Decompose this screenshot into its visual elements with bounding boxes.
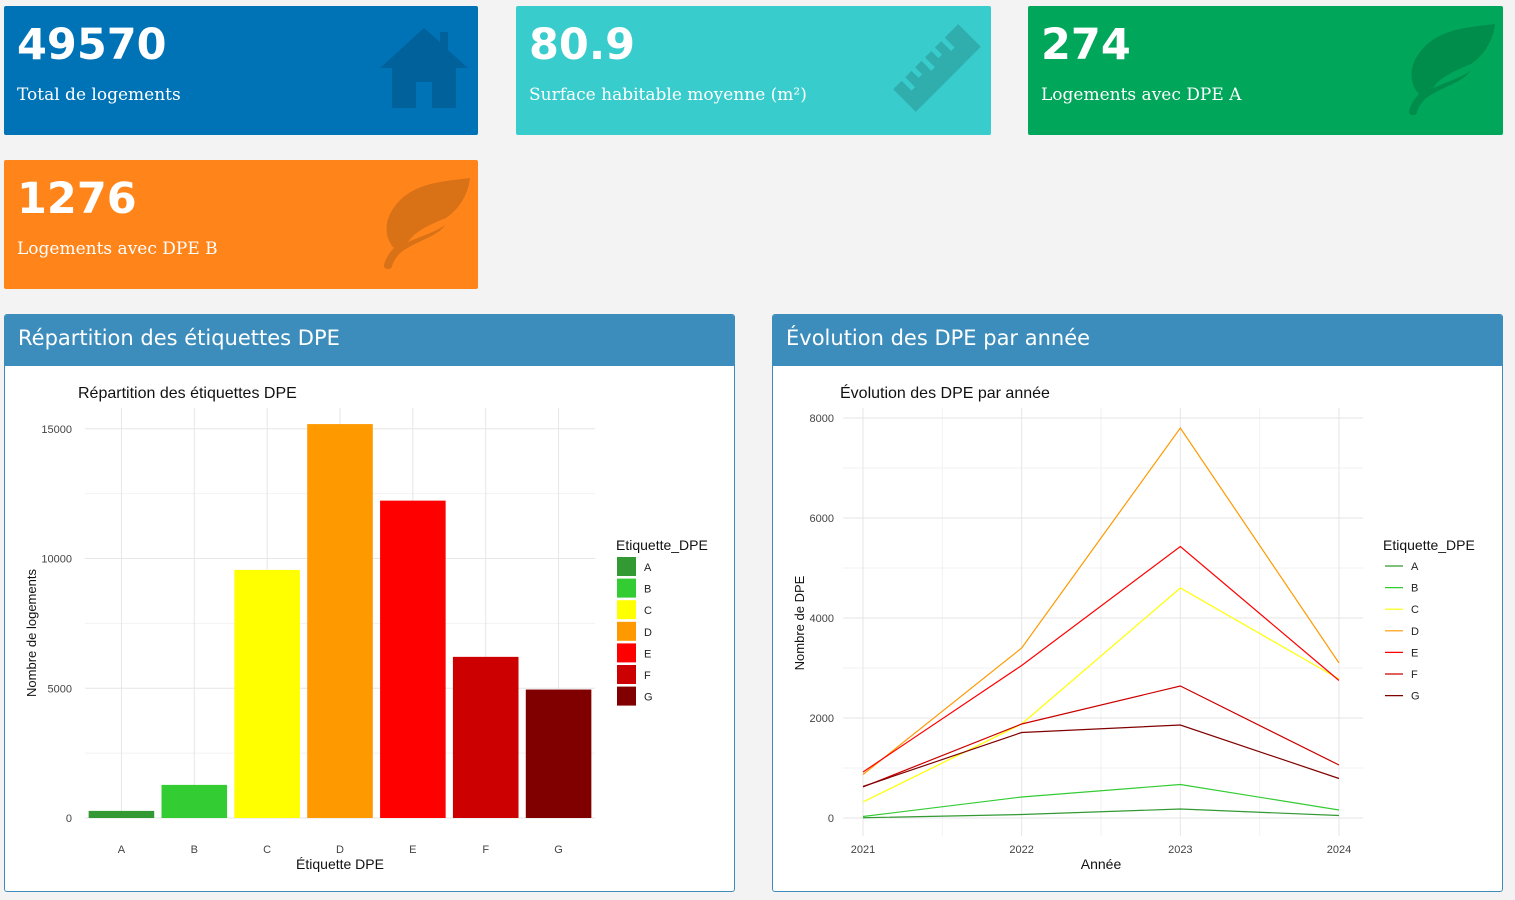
y-tick-label: 0 (66, 813, 72, 825)
home-icon (380, 28, 468, 108)
panel-repartition: Répartition des étiquettes DPE Répartiti… (4, 314, 735, 892)
chart-title: Évolution des DPE par année (840, 383, 1050, 402)
bar-F (452, 656, 519, 818)
x-tick-label: B (191, 844, 198, 856)
legend-swatch-D (617, 621, 636, 641)
value-box-dpe-b: 1276 Logements avec DPE B (4, 160, 478, 289)
value-box-label: Logements avec DPE A (1041, 85, 1242, 105)
x-tick-label: A (118, 844, 126, 856)
y-tick-label: 4000 (810, 613, 834, 625)
y-axis-label: Nombre de DPE (792, 575, 807, 670)
x-axis-label: Année (1081, 856, 1122, 872)
value-box-total-logements: 49570 Total de logements (4, 6, 478, 135)
ruler-icon (893, 24, 981, 112)
line-chart: Évolution des DPE par année 0 2000 4000 6000… (792, 383, 1475, 872)
legend-title: Etiquette_DPE (616, 537, 708, 553)
bar-E (380, 500, 446, 818)
legend-swatch-A (617, 557, 636, 576)
x-tick-label: 2021 (851, 844, 875, 856)
x-axis-label: Étiquette DPE (296, 856, 384, 872)
value-box-number: 274 (1041, 20, 1131, 70)
y-tick-label: 5000 (48, 683, 72, 695)
panel-title: Évolution des DPE par année (773, 315, 1502, 366)
x-tick-label: 2023 (1168, 844, 1192, 856)
panel-title: Répartition des étiquettes DPE (5, 315, 734, 366)
legend-swatch-B (617, 578, 636, 598)
x-tick-label: G (554, 844, 563, 856)
x-tick-label: 2024 (1327, 844, 1351, 856)
y-tick-label: 10000 (41, 554, 72, 566)
legend-label: A (644, 562, 652, 574)
y-tick-label: 15000 (41, 424, 72, 436)
value-box-number: 80.9 (529, 20, 636, 70)
bar-G (525, 689, 592, 818)
legend-swatch-C (617, 600, 636, 620)
legend-label: A (1411, 561, 1419, 573)
legend-label: G (1411, 691, 1420, 703)
x-tick-label: 2022 (1009, 844, 1033, 856)
y-tick-label: 8000 (810, 413, 834, 425)
x-tick-label: D (336, 844, 344, 856)
legend-swatch-E (617, 643, 636, 663)
legend-label: F (1411, 669, 1418, 681)
legend-label: E (1411, 647, 1418, 659)
x-tick-label: C (263, 844, 271, 856)
value-box-label: Surface habitable moyenne (m²) (529, 85, 807, 105)
x-tick-label: E (409, 844, 416, 856)
bar-D (307, 424, 373, 818)
leaf-icon (384, 178, 470, 269)
legend-swatch-F (617, 665, 636, 684)
y-axis-label: Nombre de logements (24, 569, 39, 697)
y-tick-label: 0 (828, 813, 834, 825)
legend-label: C (1411, 604, 1419, 616)
legend-label: C (644, 605, 652, 617)
legend-label: D (1411, 626, 1419, 638)
x-tick-label: F (482, 844, 489, 856)
legend-label: D (644, 627, 652, 639)
legend-label: B (1411, 583, 1418, 595)
y-tick-label: 2000 (810, 713, 834, 725)
legend-label: E (644, 648, 651, 660)
bar-chart: Répartition des étiquettes DPE 0 5000 10000… (24, 385, 708, 872)
legend-title: Etiquette_DPE (1383, 537, 1475, 553)
y-tick-label: 6000 (810, 513, 834, 525)
bar-C (234, 569, 300, 818)
chart-title: Répartition des étiquettes DPE (78, 385, 297, 402)
value-box-label: Logements avec DPE B (17, 239, 218, 259)
leaf-icon (1409, 24, 1495, 115)
legend-label: F (644, 670, 651, 682)
legend-label: B (644, 584, 651, 596)
legend-label: G (644, 692, 653, 704)
value-box-number: 49570 (17, 20, 167, 70)
panel-evolution: Évolution des DPE par année Évolution de… (772, 314, 1503, 892)
value-box-surface: 80.9 Surface habitable moyenne (m²) (516, 6, 991, 135)
legend-swatch-G (617, 686, 636, 706)
value-box-label: Total de logements (17, 85, 181, 105)
bar-B (161, 784, 228, 818)
value-box-number: 1276 (17, 174, 137, 224)
value-box-dpe-a: 274 Logements avec DPE A (1028, 6, 1503, 135)
bar-A (88, 810, 155, 818)
